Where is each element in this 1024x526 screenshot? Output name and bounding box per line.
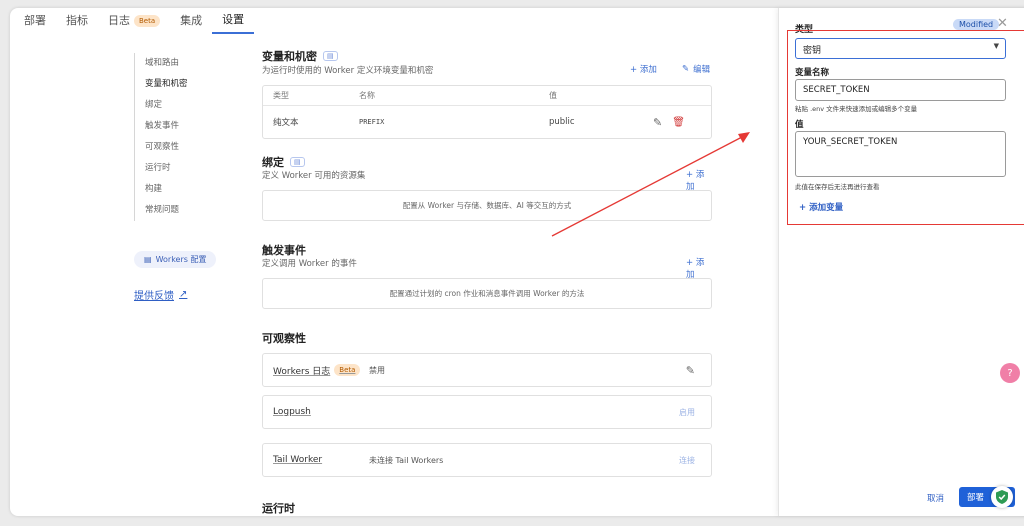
- nav-item-runtime[interactable]: 运行时: [145, 158, 188, 179]
- bindings-empty: 配置从 Worker 与存储、数据库、AI 等交互的方式: [262, 190, 712, 221]
- nav-item-variables[interactable]: 变量和机密: [145, 74, 188, 95]
- variables-desc: 为运行时使用的 Worker 定义环境变量和机密: [262, 66, 434, 76]
- variables-add-button[interactable]: + 添加: [630, 63, 657, 75]
- bindings-title: 绑定 ▤: [262, 154, 305, 170]
- settings-nav: 域和路由 变量和机密 绑定 触发事件 可观察性 运行时 构建 常规问题: [134, 53, 188, 221]
- modified-badge: Modified: [953, 19, 1000, 30]
- tab-logs[interactable]: 日志 Beta: [98, 8, 170, 34]
- name-label: 变量名称: [795, 68, 830, 78]
- edit-row-icon[interactable]: ✎: [653, 116, 662, 129]
- name-hint: 粘贴 .env 文件来快速添加或编辑多个变量: [795, 105, 918, 113]
- shield-icon[interactable]: [991, 486, 1013, 508]
- doc-icon: ▤: [144, 255, 152, 264]
- highlight-box: [787, 30, 1024, 225]
- variables-table: 类型 名称 值 纯文本 PREFIX public ✎ 🗑: [262, 85, 712, 139]
- tab-deploy[interactable]: 部署: [10, 8, 56, 34]
- nav-item-bindings[interactable]: 绑定: [145, 95, 188, 116]
- beta-badge: Beta: [334, 364, 361, 376]
- value-label: 值: [795, 120, 804, 130]
- table-row: 纯文本 PREFIX public ✎ 🗑: [273, 115, 685, 129]
- help-bubble-icon[interactable]: ?: [1000, 363, 1020, 383]
- triggers-desc: 定义调用 Worker 的事件: [262, 259, 357, 269]
- variable-name-input[interactable]: SECRET_TOKEN: [795, 79, 1006, 101]
- pencil-icon: ✎: [682, 64, 690, 74]
- variables-edit-button[interactable]: ✎ 编辑: [682, 63, 710, 75]
- value-hint: 此值在保存后无法再进行查看: [795, 183, 880, 191]
- triggers-add-button[interactable]: + 添加: [686, 256, 712, 280]
- obs-workers-logs: Workers 日志 Beta 禁用 ✎: [262, 353, 712, 387]
- nav-item-general[interactable]: 常规问题: [145, 200, 188, 221]
- variable-value-input[interactable]: YOUR_SECRET_TOKEN: [795, 131, 1006, 177]
- tail-connect-button[interactable]: 连接: [679, 455, 711, 466]
- info-icon[interactable]: ▤: [323, 51, 338, 61]
- bindings-add-button[interactable]: + 添加: [686, 168, 712, 192]
- table-header: 类型 名称 值: [263, 86, 711, 106]
- external-link-icon: ↗: [179, 289, 188, 300]
- obs-logpush: Logpush 启用: [262, 395, 712, 429]
- workers-config-link[interactable]: ▤ Workers 配置: [134, 251, 217, 268]
- triggers-empty: 配置通过计划的 cron 作业和消息事件调用 Worker 的方法: [262, 278, 712, 309]
- edit-logs-icon[interactable]: ✎: [686, 364, 711, 377]
- feedback-link[interactable]: 提供反馈 ↗: [134, 287, 187, 302]
- chevron-down-icon: ▼: [993, 42, 999, 50]
- beta-badge: Beta: [134, 15, 161, 27]
- tab-bar: 部署 指标 日志 Beta 集成 设置: [10, 8, 255, 34]
- tab-settings[interactable]: 设置: [212, 8, 255, 34]
- nav-item-observability[interactable]: 可观察性: [145, 137, 188, 158]
- add-variable-button[interactable]: + 添加变量: [799, 201, 843, 213]
- triggers-title: 触发事件: [262, 244, 306, 257]
- variables-title: 变量和机密 ▤: [262, 48, 338, 64]
- cancel-button[interactable]: 取消: [927, 492, 944, 504]
- type-select[interactable]: 密钥 ▼: [795, 38, 1006, 59]
- info-icon[interactable]: ▤: [290, 157, 305, 167]
- obs-tail-worker: Tail Worker 未连接 Tail Workers 连接: [262, 443, 712, 477]
- edit-variable-panel: 类型 Modified ✕ 密钥 ▼ 变量名称 SECRET_TOKEN 粘贴 .…: [778, 8, 1024, 516]
- close-icon[interactable]: ✕: [997, 16, 1008, 31]
- nav-item-domains[interactable]: 域和路由: [145, 53, 188, 74]
- observability-title: 可观察性: [262, 332, 306, 345]
- nav-item-triggers[interactable]: 触发事件: [145, 116, 188, 137]
- bindings-desc: 定义 Worker 可用的资源集: [262, 171, 366, 181]
- delete-row-icon[interactable]: 🗑: [672, 117, 685, 128]
- runtime-title: 运行时: [262, 502, 295, 515]
- tab-integrations[interactable]: 集成: [170, 8, 212, 34]
- nav-item-build[interactable]: 构建: [145, 179, 188, 200]
- tab-metrics[interactable]: 指标: [56, 8, 98, 34]
- logpush-enable-button[interactable]: 启用: [679, 407, 711, 418]
